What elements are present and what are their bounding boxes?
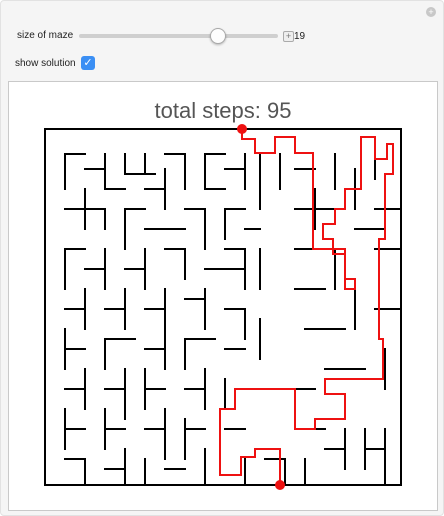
size-of-maze-label: size of maze [17,30,74,41]
manipulate-panel: + size of maze + 19 show solution ✓ tota… [0,0,444,516]
slider-thumb[interactable] [210,28,227,44]
maze-graphic [44,124,402,490]
plus-circle-icon[interactable]: + [426,7,436,17]
size-slider[interactable] [79,28,278,44]
check-icon: ✓ [83,57,93,69]
show-solution-checkbox[interactable]: ✓ [81,56,95,70]
start-marker [237,124,247,134]
plus-box-icon[interactable]: + [283,31,294,42]
end-marker [275,480,285,490]
show-solution-label: show solution [15,58,76,69]
size-value: 19 [294,31,306,42]
maze-canvas: total steps: 95 [8,81,438,511]
